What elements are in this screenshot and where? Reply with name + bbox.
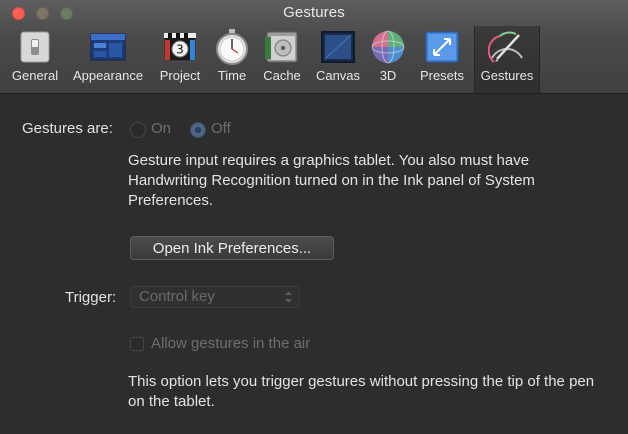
trigger-label: Trigger:: [65, 289, 117, 306]
gestures-off-radio[interactable]: [190, 122, 206, 138]
time-stopwatch-icon: [216, 29, 248, 65]
gestures-pen-icon: [488, 31, 523, 63]
canvas-frame-icon: [321, 31, 355, 63]
toolbar-label-presets: Presets: [419, 68, 465, 83]
project-clapper-icon: 3: [163, 32, 197, 62]
toolbar-label-appearance: Appearance: [72, 68, 144, 83]
gestures-are-label: Gestures are:: [22, 120, 113, 137]
toolbar-canvas[interactable]: Canvas: [310, 26, 366, 90]
toolbar-presets[interactable]: Presets: [414, 26, 470, 90]
toolbar-label-3d: 3D: [379, 68, 397, 83]
toolbar-label-time: Time: [217, 68, 247, 83]
gestures-off-label: Off: [211, 120, 231, 137]
toolbar-cache[interactable]: Cache: [258, 26, 306, 90]
presets-icon: [425, 31, 459, 63]
trigger-option-text: This option lets you trigger gestures wi…: [128, 373, 595, 410]
toolbar-general[interactable]: General: [8, 26, 62, 90]
3d-sphere-icon: [371, 30, 405, 64]
toolbar-label-gestures: Gestures: [480, 68, 534, 83]
toolbar-label-canvas: Canvas: [315, 68, 361, 83]
trigger-popup[interactable]: Control key: [130, 286, 300, 308]
open-ink-preferences-button[interactable]: Open Ink Preferences...: [130, 236, 334, 260]
toolbar-3d[interactable]: 3D: [368, 26, 408, 90]
updown-arrows-icon: [285, 291, 292, 303]
toolbar-project[interactable]: 3 Project: [154, 26, 206, 90]
toolbar-time[interactable]: Time: [210, 26, 254, 90]
svg-text:3: 3: [176, 43, 184, 57]
gestures-on-label: On: [151, 120, 172, 137]
toolbar-appearance[interactable]: Appearance: [66, 26, 150, 90]
allow-air-label: Allow gestures in the air: [151, 335, 311, 352]
cache-memory-icon: [265, 31, 298, 63]
general-switch-icon: [20, 31, 50, 63]
gestures-pane: Gestures are: On Off Gesture input requi…: [0, 94, 628, 434]
toolbar-label-general: General: [11, 68, 59, 83]
tablet-info-text: Gesture input requires a graphics tablet…: [128, 152, 535, 209]
title-bar: Gestures General Appearance 3 Project Ti…: [0, 0, 628, 94]
preferences-window: Gestures General Appearance 3 Project Ti…: [0, 0, 628, 434]
toolbar-gestures[interactable]: Gestures: [474, 26, 540, 93]
toolbar-label-cache: Cache: [263, 68, 301, 83]
toolbar-label-project: Project: [159, 68, 201, 83]
appearance-window-icon: [90, 33, 126, 61]
gestures-on-radio[interactable]: [130, 122, 146, 138]
window-title: Gestures: [283, 4, 345, 21]
trigger-value: Control key: [139, 288, 215, 305]
allow-air-checkbox[interactable]: [130, 337, 144, 351]
